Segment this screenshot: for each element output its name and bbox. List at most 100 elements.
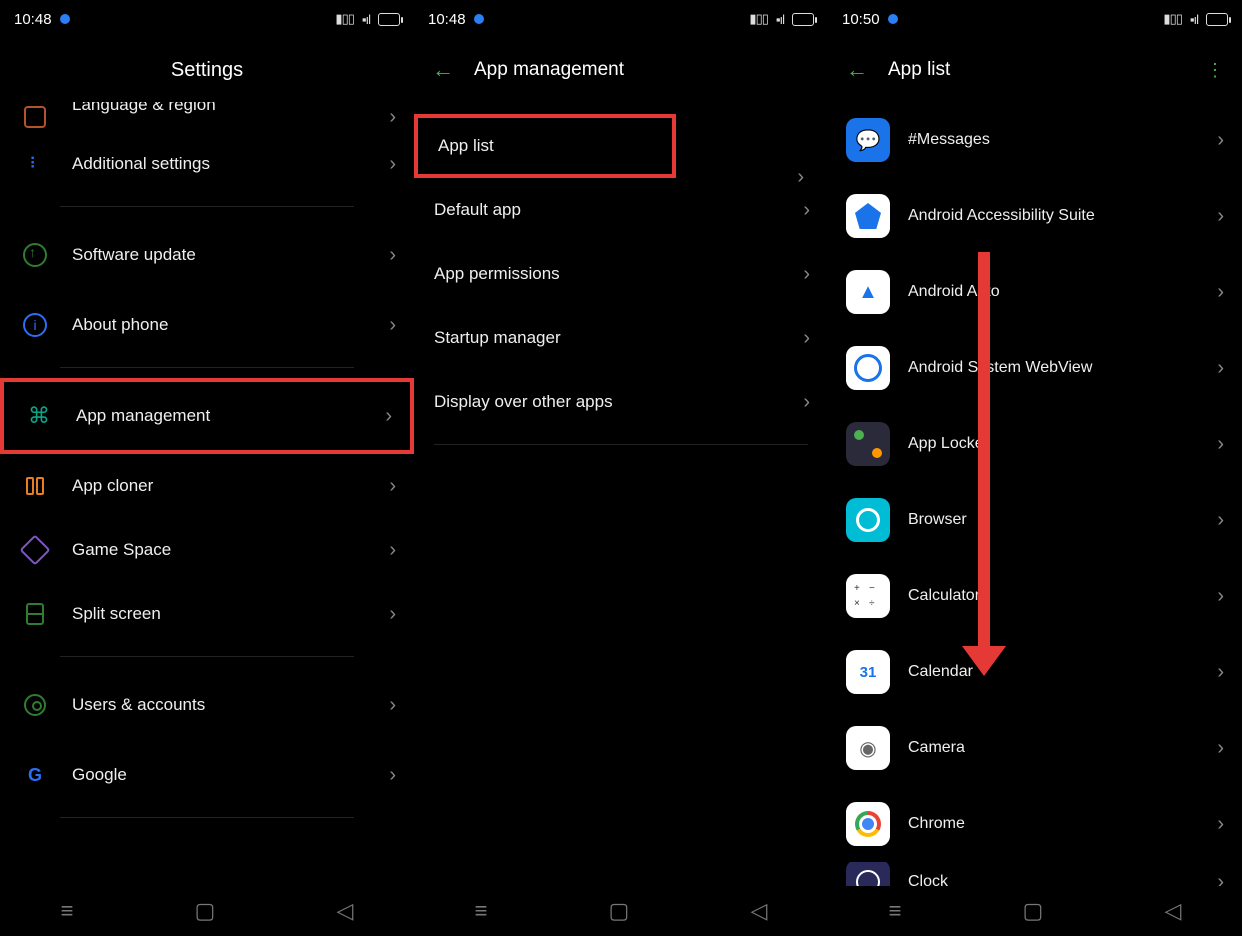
additional-settings-icon: ⠇: [18, 147, 52, 181]
settings-item-additional-settings[interactable]: ⠇ Additional settings ›: [0, 132, 414, 196]
app-item-app-locker[interactable]: App Locker ›: [828, 406, 1242, 482]
settings-item-label: App cloner: [72, 476, 389, 496]
nav-back-button[interactable]: ◁: [750, 898, 767, 924]
nav-home-button[interactable]: ▢: [195, 898, 216, 924]
software-update-icon: [18, 238, 52, 272]
settings-item-google[interactable]: G Google ›: [0, 743, 414, 807]
split-screen-icon: [18, 597, 52, 631]
menu-item-app-list[interactable]: App list: [414, 114, 676, 178]
app-management-list: App list › Default app › App permissions…: [414, 102, 828, 886]
status-bar: 10:50 ▮▯▯ ▪ıl: [828, 0, 1242, 38]
status-bar: 10:48 ▮▯▯ ▪ıl: [414, 0, 828, 38]
chevron-right-icon: ›: [389, 475, 396, 498]
settings-item-app-management[interactable]: ⌘ App management ›: [0, 378, 414, 454]
menu-item-label: App list: [438, 136, 654, 156]
app-item-label: Chrome: [908, 815, 1217, 833]
chevron-right-icon: ›: [389, 539, 396, 562]
status-bar: 10:48 ▮▯▯ ▪ıl: [0, 0, 414, 38]
menu-item-default-app[interactable]: Default app ›: [414, 178, 828, 242]
battery-icon: [1206, 13, 1228, 26]
nav-recents-button[interactable]: ≡: [889, 898, 902, 924]
settings-item-label: Game Space: [72, 540, 389, 560]
app-item-browser[interactable]: Browser ›: [828, 482, 1242, 558]
back-button[interactable]: ←: [846, 57, 868, 83]
app-item-label: App Locker: [908, 435, 1217, 453]
screen-app-list: 10:50 ▮▯▯ ▪ıl ← App list ⋮ 💬 #Messages ›…: [828, 0, 1242, 936]
menu-item-startup-manager[interactable]: Startup manager ›: [414, 306, 828, 370]
settings-list: Language & region › ⠇ Additional setting…: [0, 102, 414, 886]
nav-recents-button[interactable]: ≡: [61, 898, 74, 924]
app-item-calculator[interactable]: +−×÷ Calculator ›: [828, 558, 1242, 634]
signal-icon: ▮▯▯: [749, 11, 767, 27]
settings-item-software-update[interactable]: Software update ›: [0, 217, 414, 293]
settings-item-game-space[interactable]: Game Space ›: [0, 518, 414, 582]
chevron-right-icon: ›: [389, 244, 396, 267]
nav-recents-button[interactable]: ≡: [475, 898, 488, 924]
divider: [60, 817, 354, 818]
chevron-right-icon: ›: [1217, 509, 1224, 532]
app-list[interactable]: 💬 #Messages › Android Accessibility Suit…: [828, 102, 1242, 886]
settings-item-split-screen[interactable]: Split screen ›: [0, 582, 414, 646]
app-item-label: Clock: [908, 873, 1217, 886]
chevron-right-icon: ›: [389, 694, 396, 717]
settings-item-about-phone[interactable]: i About phone ›: [0, 293, 414, 357]
chevron-right-icon: ›: [385, 405, 392, 428]
screen-settings: 10:48 ▮▯▯ ▪ıl Settings Language & region…: [0, 0, 414, 936]
chevron-right-icon: ›: [1217, 661, 1224, 684]
notification-dot-icon: [60, 14, 70, 24]
app-item-chrome[interactable]: Chrome ›: [828, 786, 1242, 862]
chrome-app-icon: [846, 802, 890, 846]
chevron-right-icon: ›: [1217, 205, 1224, 228]
app-item-label: Android Accessibility Suite: [908, 207, 1217, 225]
app-item-messages[interactable]: 💬 #Messages ›: [828, 102, 1242, 178]
about-phone-icon: i: [18, 308, 52, 342]
app-item-accessibility[interactable]: Android Accessibility Suite ›: [828, 178, 1242, 254]
menu-item-app-permissions[interactable]: App permissions ›: [414, 242, 828, 306]
app-item-clock[interactable]: Clock ›: [828, 862, 1242, 886]
signal-icon: ▪ıl: [776, 12, 784, 27]
back-button[interactable]: ←: [432, 57, 454, 83]
app-item-webview[interactable]: Android System WebView ›: [828, 330, 1242, 406]
more-options-button[interactable]: ⋮: [1206, 66, 1224, 74]
nav-home-button[interactable]: ▢: [609, 898, 630, 924]
app-item-camera[interactable]: ◉ Camera ›: [828, 710, 1242, 786]
page-title: Settings: [171, 59, 243, 82]
webview-app-icon: [846, 346, 890, 390]
app-item-label: Android System WebView: [908, 359, 1217, 377]
chevron-right-icon: ›: [389, 603, 396, 626]
app-item-android-auto[interactable]: ▲ Android Auto ›: [828, 254, 1242, 330]
nav-home-button[interactable]: ▢: [1023, 898, 1044, 924]
menu-item-display-over-apps[interactable]: Display over other apps ›: [414, 370, 828, 434]
settings-item-language-region[interactable]: Language & region ›: [0, 102, 414, 132]
app-item-calendar[interactable]: Calendar ›: [828, 634, 1242, 710]
app-item-label: Browser: [908, 511, 1217, 529]
chevron-right-icon: ›: [1217, 357, 1224, 380]
camera-app-icon: ◉: [846, 726, 890, 770]
divider: [60, 367, 354, 368]
menu-item-label: Display over other apps: [434, 392, 803, 412]
app-item-label: Calendar: [908, 663, 1217, 681]
settings-item-app-cloner[interactable]: App cloner ›: [0, 454, 414, 518]
accessibility-app-icon: [846, 194, 890, 238]
status-time: 10:48: [14, 11, 52, 28]
language-icon: [18, 102, 52, 134]
chevron-right-icon: ›: [803, 327, 810, 350]
chevron-right-icon: ›: [389, 314, 396, 337]
menu-item-label: Default app: [434, 200, 803, 220]
chevron-right-icon: ›: [1217, 813, 1224, 836]
signal-icon: ▪ıl: [1190, 12, 1198, 27]
app-cloner-icon: [18, 469, 52, 503]
navigation-bar: ≡ ▢ ◁: [414, 886, 828, 936]
settings-item-label: Google: [72, 765, 389, 785]
chevron-right-icon: ›: [803, 391, 810, 414]
settings-item-label: Software update: [72, 245, 389, 265]
notification-dot-icon: [474, 14, 484, 24]
settings-item-label: Users & accounts: [72, 695, 389, 715]
nav-back-button[interactable]: ◁: [1164, 898, 1181, 924]
app-item-label: #Messages: [908, 131, 1217, 149]
chevron-right-icon: ›: [389, 764, 396, 787]
settings-item-label: Additional settings: [72, 154, 389, 174]
settings-item-users-accounts[interactable]: Users & accounts ›: [0, 667, 414, 743]
nav-back-button[interactable]: ◁: [336, 898, 353, 924]
game-space-icon: [18, 533, 52, 567]
